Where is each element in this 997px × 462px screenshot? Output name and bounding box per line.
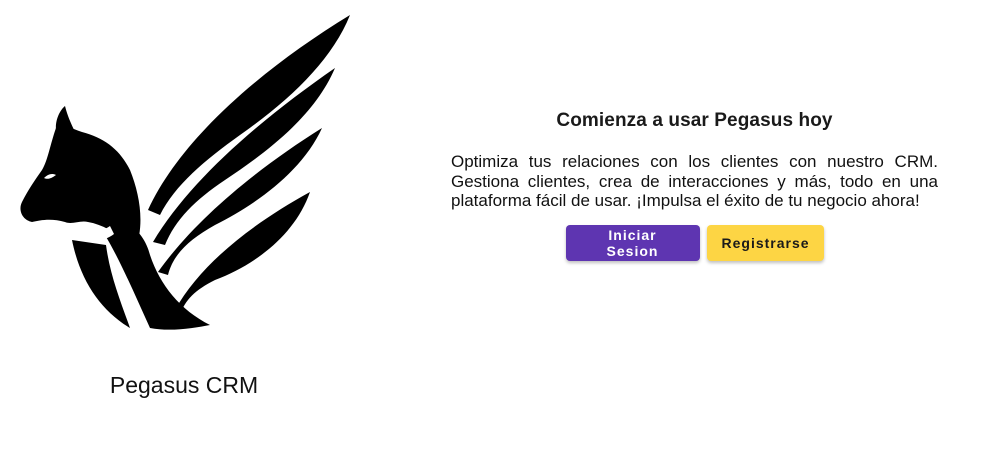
hero-actions: Iniciar Sesion Registrarse: [451, 224, 938, 261]
hero-description: Optimiza tus relaciones con los clientes…: [451, 152, 938, 210]
register-button[interactable]: Registrarse: [706, 224, 824, 261]
pegasus-logo-icon: [10, 10, 360, 340]
hero-title: Comienza a usar Pegasus hoy: [556, 110, 833, 131]
login-button[interactable]: Iniciar Sesion: [565, 224, 700, 261]
hero-section: Comienza a usar Pegasus hoy Optimiza tus…: [451, 110, 938, 261]
brand-name: Pegasus CRM: [109, 372, 259, 398]
